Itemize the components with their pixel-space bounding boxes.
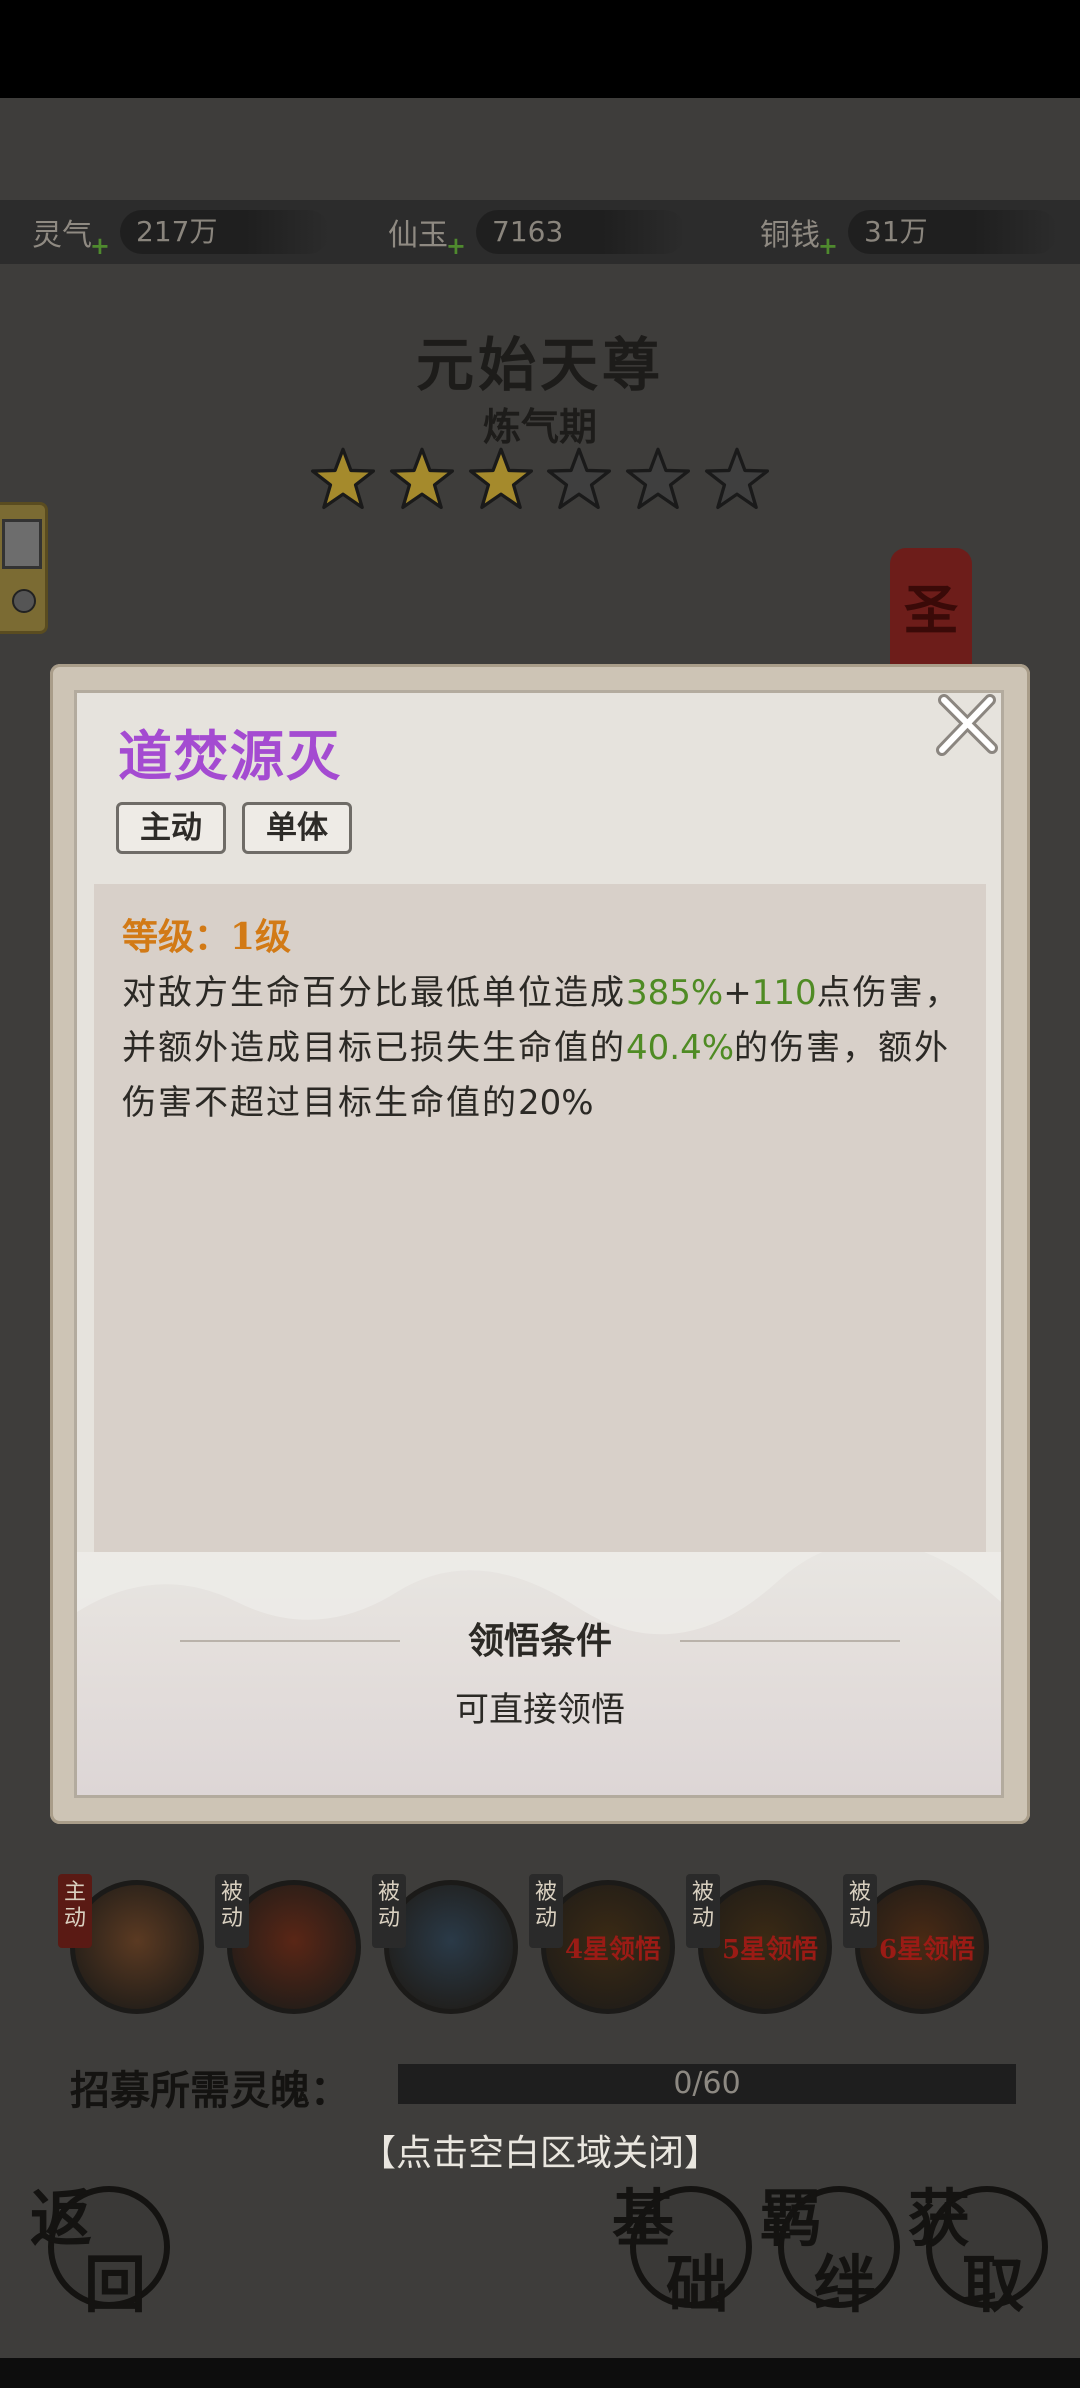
currency-lingqi[interactable]: 灵气 + 217万: [0, 200, 330, 264]
currency-label: 仙玉 +: [388, 218, 466, 260]
currency-value: 31万: [848, 210, 1058, 254]
skill-type-badge: 主动: [58, 1874, 92, 1948]
skill-tag-target: 单体: [242, 802, 352, 854]
close-icon[interactable]: [934, 692, 1000, 758]
back-button[interactable]: 返回: [30, 2168, 180, 2321]
skill-slot[interactable]: 6星领悟 被动: [843, 1874, 995, 2020]
plus-icon[interactable]: +: [446, 231, 466, 260]
recruit-progress-text: 0/60: [673, 2066, 741, 2101]
skill-level: 等级：1级: [122, 916, 292, 958]
status-bar-area: [0, 0, 1080, 98]
plus-icon[interactable]: +: [90, 231, 110, 260]
mountain-decoration: [77, 1552, 1001, 1635]
condition-panel: [77, 1552, 1001, 1795]
skill-tag-active: 主动: [116, 802, 226, 854]
star-filled-icon: [389, 447, 454, 510]
skill-slot[interactable]: 被动: [372, 1874, 524, 2020]
skill-type-badge: 被动: [372, 1874, 406, 1948]
currency-label: 铜钱 +: [760, 218, 838, 260]
currency-bar: 灵气 + 217万 仙玉 + 7163 铜钱 + 31万: [0, 200, 1080, 264]
skill-name: 道焚源灭: [118, 724, 342, 788]
side-tag-button[interactable]: 圣: [890, 548, 972, 678]
currency-value: 217万: [120, 210, 330, 254]
skill-lock-text: 4星领悟: [564, 1935, 662, 1965]
nav-char-2: 回: [84, 2248, 147, 2321]
nav-char-2: 取: [962, 2248, 1025, 2321]
condition-text: 可直接领悟: [455, 1690, 625, 1730]
skill-description: 对敌方生命百分比最低单位造成385%+110点伤害，并额外造成目标已损失生命值的…: [122, 973, 961, 1123]
hero-name: 元始天尊: [415, 331, 664, 399]
skill-slot[interactable]: 被动: [215, 1874, 367, 2020]
star-filled-icon: [468, 447, 533, 510]
skill-slot[interactable]: 4星领悟 被动: [529, 1874, 681, 2020]
skill-slot[interactable]: 主动: [58, 1874, 210, 2020]
bottom-system-bar: [0, 2358, 1080, 2388]
currency-label: 灵气 +: [32, 218, 110, 260]
skill-type-badge: 被动: [843, 1874, 877, 1948]
nav-char-2: 础: [666, 2248, 729, 2321]
side-tag-text: 圣: [904, 578, 958, 642]
nav-char-1: 基: [612, 2182, 675, 2255]
recruit-label: 招募所需灵魄：: [70, 2067, 350, 2114]
star-empty-icon: [704, 447, 769, 510]
star-empty-icon: [626, 447, 691, 510]
star-rating: [310, 446, 770, 516]
plus-icon[interactable]: +: [818, 231, 838, 260]
obtain-button[interactable]: 获取: [908, 2168, 1058, 2321]
skill-type-badge: 被动: [686, 1874, 720, 1948]
nav-char-1: 获: [908, 2182, 971, 2255]
bond-button[interactable]: 羁绊: [760, 2168, 910, 2321]
star-filled-icon: [310, 447, 376, 510]
hero-realm: 炼气期: [482, 404, 597, 449]
nav-char-2: 绊: [814, 2248, 877, 2321]
skill-lock-text: 5星领悟: [721, 1935, 819, 1965]
currency-value: 7163: [476, 210, 686, 254]
star-empty-icon: [547, 447, 612, 510]
device-knob: [12, 589, 36, 613]
skill-type-badge: 被动: [529, 1874, 563, 1948]
skill-lock-text: 6星领悟: [878, 1935, 976, 1965]
currency-xianyu[interactable]: 仙玉 + 7163: [356, 200, 686, 264]
nav-char-1: 返: [30, 2182, 93, 2255]
nav-char-1: 羁: [760, 2182, 823, 2255]
basic-button[interactable]: 基础: [612, 2168, 762, 2321]
skill-type-badge: 被动: [215, 1874, 249, 1948]
device-screen: [2, 519, 42, 569]
currency-tongqian[interactable]: 铜钱 + 31万: [728, 200, 1058, 264]
handheld-device-icon[interactable]: [0, 502, 48, 634]
condition-title: 领悟条件: [467, 1620, 612, 1662]
skill-slot[interactable]: 5星领悟 被动: [686, 1874, 838, 2020]
